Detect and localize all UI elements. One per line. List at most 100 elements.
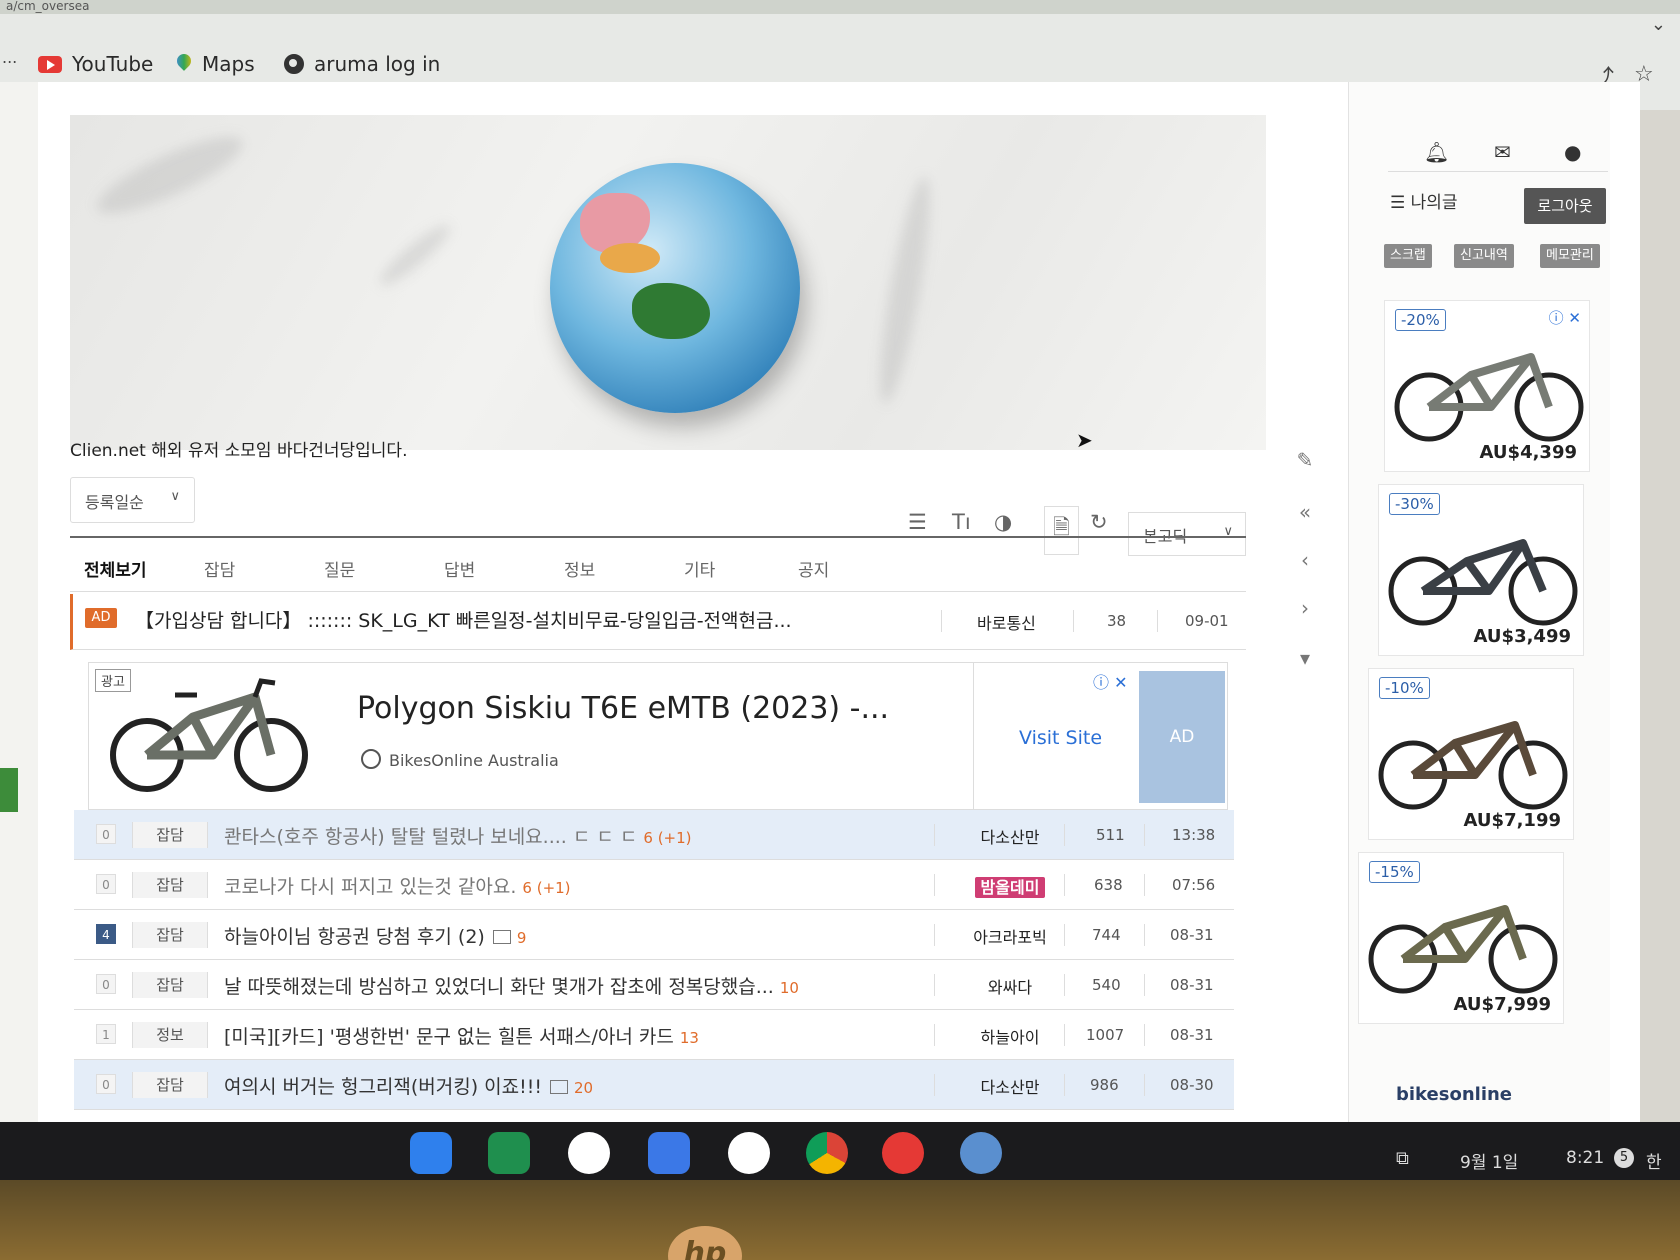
bike-image: [1394, 353, 1584, 442]
my-posts-link[interactable]: ☰ 나의글: [1390, 188, 1458, 213]
sponsored-ad-box[interactable]: 광고 Polygon Siskiu T6E eMTB (2023) -... B…: [88, 662, 1228, 810]
ad-post-row[interactable]: AD 【가입상담 합니다】 ::::::: SK_LG_KT 빠른일정-설치비무…: [70, 594, 1246, 650]
ime-indicator[interactable]: 한: [1646, 1148, 1662, 1173]
chevron-right-icon[interactable]: ›: [1290, 596, 1320, 620]
scrap-button[interactable]: 스크랩: [1384, 244, 1432, 268]
post-subject[interactable]: 날 따뜻해졌는데 방심하고 있었더니 화단 몇개가 잡초에 정복당했습... 10: [224, 972, 799, 999]
table-row[interactable]: 0 잡담 코로나가 다시 퍼지고 있는것 같아요. 6 (+1) 밤올데미 638…: [74, 860, 1234, 910]
post-author[interactable]: 아크라포빅: [950, 924, 1070, 948]
ad-post-title[interactable]: 【가입상담 합니다】 ::::::: SK_LG_KT 빠른일정-설치비무료-당…: [135, 606, 792, 633]
bike-ad-card[interactable]: -15% AU$7,999: [1358, 852, 1564, 1024]
list-view-icon[interactable]: ☰: [908, 510, 927, 534]
comment-count: 9: [516, 929, 527, 947]
bookmark-aruma[interactable]: aruma log in: [284, 52, 440, 76]
tab-info[interactable]: 정보: [564, 556, 595, 581]
post-subject[interactable]: 코로나가 다시 퍼지고 있는것 같아요. 6 (+1): [224, 872, 571, 899]
post-author-badge: 밤올데미: [974, 877, 1046, 898]
chevron-down-icon[interactable]: ⌄: [1651, 14, 1666, 35]
files-app-icon[interactable]: [410, 1132, 452, 1174]
bookmark-label: aruma log in: [314, 52, 441, 76]
docs-app-icon[interactable]: [648, 1132, 690, 1174]
double-chevron-left-icon[interactable]: «: [1290, 500, 1320, 524]
post-subject[interactable]: 콴타스(호주 항공사) 탈탈 털렸나 보네요.... ㄷ ㄷ ㄷ 6 (+1): [224, 822, 692, 849]
notification-badge[interactable]: 5: [1614, 1148, 1634, 1168]
play-store-app-icon[interactable]: [728, 1132, 770, 1174]
url-bar[interactable]: a/cm_oversea: [0, 0, 1680, 14]
text-size-icon[interactable]: Tı: [952, 510, 971, 534]
ad-source[interactable]: BikesOnline Australia: [389, 751, 559, 770]
sheets-app-icon[interactable]: [488, 1132, 530, 1174]
post-views: 1007: [1086, 1026, 1125, 1044]
table-row[interactable]: 0 잡담 여의시 버거는 헝그리잭(버거킹) 이죠!!! 20 다소산만 986 …: [74, 1060, 1234, 1110]
bookmark-maps[interactable]: Maps: [176, 52, 255, 76]
post-subject-text: 코로나가 다시 퍼지고 있는것 같아요.: [224, 876, 517, 898]
sort-select[interactable]: 등록일순 ∨: [70, 477, 195, 523]
ad-post-author[interactable]: 바로통신: [977, 610, 1036, 634]
contrast-icon[interactable]: ◑: [994, 510, 1012, 534]
comment-count: 10: [779, 979, 799, 997]
bookmark-label: Maps: [202, 52, 255, 76]
tab-etc[interactable]: 기타: [684, 556, 715, 581]
table-row[interactable]: 0 잡담 콴타스(호주 항공사) 탈탈 털렸나 보네요.... ㄷ ㄷ ㄷ 6 (…: [74, 810, 1234, 860]
youtube-icon: [38, 55, 62, 73]
post-author[interactable]: 다소산만: [950, 1074, 1070, 1098]
ad-price: AU$3,499: [1473, 626, 1571, 647]
envelope-icon[interactable]: ✉: [1494, 140, 1511, 164]
refresh-icon[interactable]: ↻: [1090, 510, 1108, 534]
bell-icon[interactable]: 🔔︎: [1424, 140, 1449, 164]
tab-chat[interactable]: 잡담: [204, 556, 235, 581]
chrome-app-icon[interactable]: [806, 1132, 848, 1174]
table-row[interactable]: 0 잡담 날 따뜻해졌는데 방심하고 있었더니 화단 몇개가 잡초에 정복당했습…: [74, 960, 1234, 1010]
tab-question[interactable]: 질문: [324, 556, 355, 581]
gmail-app-icon[interactable]: [568, 1132, 610, 1174]
post-time: 13:38: [1172, 826, 1216, 844]
bike-image: [1388, 539, 1578, 626]
menu-icon: ☰: [1390, 193, 1406, 213]
ad-info-close-icon[interactable]: ⓘ ✕: [1093, 669, 1128, 693]
caret-down-icon[interactable]: ▾: [1290, 646, 1320, 670]
laptop-bezel: [0, 1180, 1680, 1260]
bike-ad-card[interactable]: -10% AU$7,199: [1368, 668, 1574, 840]
post-author[interactable]: 하늘아이: [950, 1024, 1070, 1048]
post-author[interactable]: 다소산만: [950, 824, 1070, 848]
bikesonline-logo[interactable]: bikesonline: [1396, 1084, 1512, 1105]
url-text: a/cm_oversea: [6, 0, 90, 13]
post-subject[interactable]: 하늘아이님 항공권 당첨 후기 (2) 9: [224, 922, 526, 949]
screen-capture-icon[interactable]: ⧉: [1396, 1148, 1409, 1169]
board-intro: Clien.net 해외 유저 소모임 바다건너당입니다.: [70, 441, 408, 461]
mouse-cursor-icon: ➤: [1076, 428, 1093, 452]
chevron-left-icon[interactable]: ‹: [1290, 548, 1320, 572]
tab-all[interactable]: 전체보기: [84, 556, 147, 581]
post-subject[interactable]: [미국][카드] '평생한번' 문구 없는 힐튼 서패스/아너 카드 13: [224, 1022, 699, 1049]
ad-title[interactable]: Polygon Siskiu T6E eMTB (2023) -...: [357, 691, 889, 726]
telegram-app-icon[interactable]: [960, 1132, 1002, 1174]
post-reply-count: 0: [96, 1074, 116, 1094]
board-banner-image: [70, 115, 1266, 450]
table-row[interactable]: 4 잡담 하늘아이님 항공권 당첨 후기 (2) 9 아크라포빅 744 08-3…: [74, 910, 1234, 960]
shelf-time[interactable]: 8:21: [1566, 1148, 1604, 1168]
post-category: 잡담: [132, 872, 208, 898]
pencil-icon[interactable]: ✎: [1290, 448, 1320, 472]
post-author[interactable]: 와싸다: [950, 974, 1070, 998]
bike-ad-card[interactable]: -20% ⓘ ✕ AU$4,399: [1384, 300, 1590, 472]
ad-info-close-icon[interactable]: ⓘ ✕: [1549, 307, 1581, 328]
post-subject[interactable]: 여의시 버거는 헝그리잭(버거킹) 이죠!!! 20: [224, 1072, 593, 1099]
tab-notice[interactable]: 공지: [798, 556, 829, 581]
post-category: 정보: [132, 1022, 208, 1048]
memo-button[interactable]: 메모관리: [1540, 244, 1600, 268]
youtube-app-icon[interactable]: [882, 1132, 924, 1174]
user-icon[interactable]: ●: [1564, 140, 1581, 164]
table-row[interactable]: 1 정보 [미국][카드] '평생한번' 문구 없는 힐튼 서패스/아너 카드 1…: [74, 1010, 1234, 1060]
post-author[interactable]: 밤올데미: [950, 874, 1070, 898]
sort-label: 등록일순: [85, 493, 144, 512]
bookmark-youtube[interactable]: YouTube: [38, 52, 153, 76]
logout-button[interactable]: 로그아웃: [1524, 188, 1606, 224]
bike-ad-card[interactable]: -30% AU$3,499: [1378, 484, 1584, 656]
shelf-date[interactable]: 9월 1일: [1460, 1148, 1518, 1173]
visit-site-button[interactable]: Visit Site: [1019, 727, 1102, 749]
bookmarks-more[interactable]: ...: [2, 48, 17, 67]
comment-count: 6 (+1): [522, 879, 571, 897]
tab-answer[interactable]: 답변: [444, 556, 475, 581]
reports-button[interactable]: 신고내역: [1454, 244, 1514, 268]
post-views: 986: [1090, 1076, 1119, 1094]
